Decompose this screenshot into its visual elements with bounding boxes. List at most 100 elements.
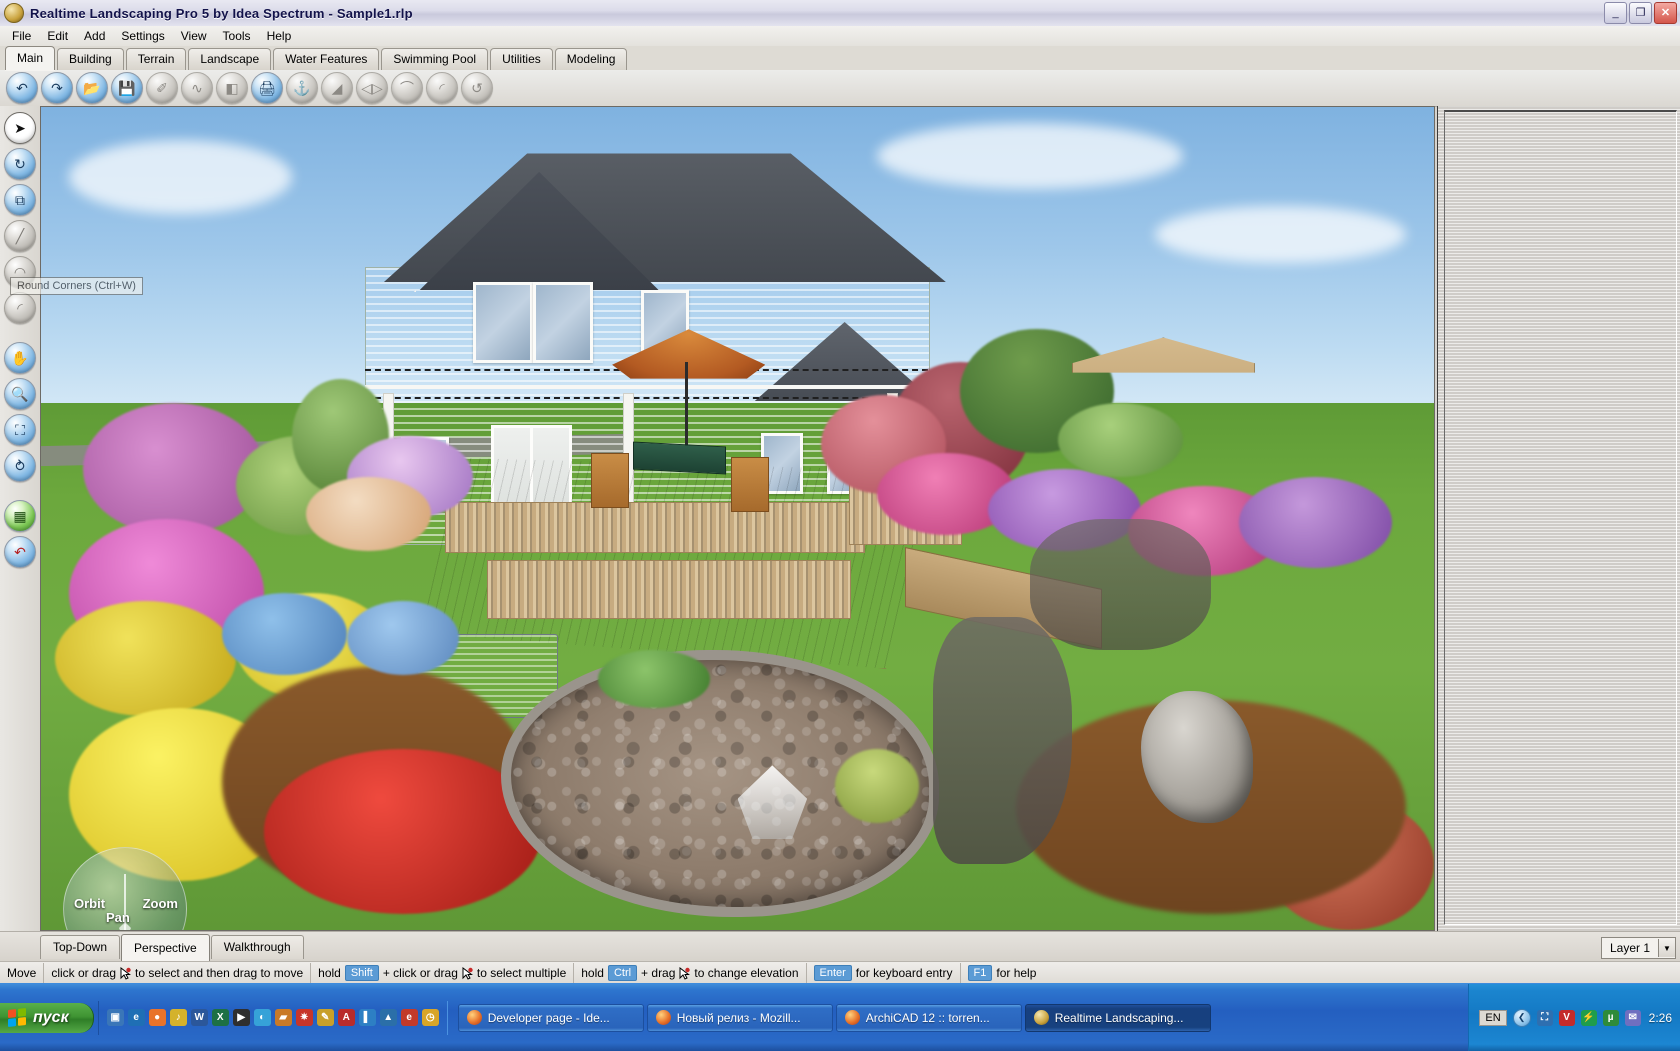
status-hint-text: for help xyxy=(996,966,1037,980)
compass-orbit-label[interactable]: Orbit xyxy=(74,896,105,911)
show-desktop-icon[interactable]: ▣ xyxy=(106,1009,124,1026)
explorer-folder-icon[interactable]: ▰ xyxy=(274,1009,292,1026)
tab-landscape[interactable]: Landscape xyxy=(188,48,272,70)
patio-table[interactable] xyxy=(633,441,726,476)
paint-icon[interactable]: ✎ xyxy=(316,1009,334,1026)
network-icon[interactable]: ⛶ xyxy=(1536,1009,1553,1026)
design-viewport-3d[interactable]: Orbit Zoom Pan Height xyxy=(40,106,1435,931)
undo-icon[interactable]: ↶ xyxy=(6,72,38,104)
save-icon[interactable]: 💾 xyxy=(111,72,143,104)
vine-shrub[interactable] xyxy=(1057,403,1184,478)
water-plant[interactable] xyxy=(598,650,710,708)
chevron-down-icon[interactable]: ▼ xyxy=(1658,939,1675,957)
menu-item-file[interactable]: File xyxy=(4,27,39,45)
status-hint: Enter for keyboard entry xyxy=(807,963,961,983)
right-panel-inset xyxy=(1444,110,1677,925)
flowering-shrub[interactable] xyxy=(82,403,264,535)
firefox-icon xyxy=(655,1010,671,1025)
status-bar: Move click or drag to select and then drag… xyxy=(0,961,1680,984)
scale-tool[interactable]: ⧉ xyxy=(4,184,36,216)
stone-path[interactable] xyxy=(1030,518,1212,651)
grid-snap-tool[interactable]: ▦ xyxy=(4,500,36,532)
system-tray: EN ❮ ⛶ V ⚡ µ ✉ 2:26 xyxy=(1468,984,1680,1051)
menu-item-help[interactable]: Help xyxy=(259,27,300,45)
tab-modeling[interactable]: Modeling xyxy=(554,48,628,70)
tab-utilities[interactable]: Utilities xyxy=(490,48,553,70)
taskbar-buttons: Developer page - Ide... Новый релиз - Moz… xyxy=(457,1003,1211,1032)
print-icon[interactable]: 🖨 xyxy=(251,72,283,104)
view-tab-top-down[interactable]: Top-Down xyxy=(40,935,121,959)
flash-icon[interactable]: ✷ xyxy=(295,1009,313,1026)
ebay-icon[interactable]: e xyxy=(400,1009,418,1026)
menu-item-add[interactable]: Add xyxy=(76,27,113,45)
tab-swimming-pool[interactable]: Swimming Pool xyxy=(381,48,489,70)
menu-item-view[interactable]: View xyxy=(173,27,215,45)
utorrent-icon[interactable]: µ xyxy=(1602,1009,1619,1026)
acrobat-icon[interactable]: A xyxy=(337,1009,355,1026)
photoshop-icon[interactable]: ▲ xyxy=(379,1009,397,1026)
azalea-mass[interactable] xyxy=(1238,477,1393,568)
stone-path[interactable] xyxy=(932,617,1072,865)
blue-flower-cluster[interactable] xyxy=(222,592,348,675)
winamp-icon[interactable]: ♪ xyxy=(169,1009,187,1026)
minimize-button[interactable]: _ xyxy=(1604,2,1627,24)
view-tab-perspective[interactable]: Perspective xyxy=(121,933,210,961)
ornamental-grass[interactable] xyxy=(835,748,919,823)
chrysanthemum-bed[interactable] xyxy=(54,600,236,717)
layer-selector[interactable]: Layer 1 ▼ xyxy=(1600,937,1676,959)
nod32-icon[interactable]: ⚡ xyxy=(1580,1009,1597,1026)
pan-hand-tool[interactable]: ✋ xyxy=(4,342,36,374)
patio-chair[interactable] xyxy=(591,452,630,509)
taskbar-button-label: Новый релиз - Mozill... xyxy=(676,1010,801,1025)
restore-button[interactable]: ❐ xyxy=(1629,2,1652,24)
tray-expand-chevron-icon[interactable]: ❮ xyxy=(1512,1008,1531,1027)
taskbar-button-archicad-12-torren[interactable]: ArchiCAD 12 :: torren... xyxy=(835,1003,1022,1032)
patio-chair[interactable] xyxy=(730,456,769,513)
tab-main[interactable]: Main xyxy=(5,46,56,70)
close-button[interactable]: ✕ xyxy=(1654,2,1677,24)
tab-terrain[interactable]: Terrain xyxy=(125,48,187,70)
menu-item-tools[interactable]: Tools xyxy=(215,27,259,45)
mail-icon[interactable]: ✉ xyxy=(1624,1009,1641,1026)
zoom-extents-tool[interactable]: ⛶ xyxy=(4,414,36,446)
firefox-icon xyxy=(466,1010,482,1025)
key-f1: F1 xyxy=(967,965,993,981)
taskbar-button-realtime-landscaping[interactable]: Realtime Landscaping... xyxy=(1024,1003,1211,1032)
redo-icon[interactable]: ↷ xyxy=(41,72,73,104)
tab-building[interactable]: Building xyxy=(57,48,124,70)
zoom-magnifier-tool[interactable]: 🔍 xyxy=(4,378,36,410)
word-icon[interactable]: W xyxy=(190,1009,208,1026)
blue-flower-cluster[interactable] xyxy=(347,600,459,675)
view-tab-walkthrough[interactable]: Walkthrough xyxy=(210,935,304,959)
orbit-tool[interactable]: ⥁ xyxy=(4,450,36,482)
hydrangea[interactable] xyxy=(305,477,432,552)
window-title: Realtime Landscaping Pro 5 by Idea Spect… xyxy=(30,5,413,21)
taskbar-button-mozill[interactable]: Новый релиз - Mozill... xyxy=(646,1003,833,1032)
open-folder-icon[interactable]: 📂 xyxy=(76,72,108,104)
firefox-icon[interactable]: ● xyxy=(148,1009,166,1026)
system-clock[interactable]: 2:26 xyxy=(1647,1011,1672,1025)
media-player-icon[interactable]: ▶ xyxy=(232,1009,250,1026)
right-properties-panel[interactable] xyxy=(1437,106,1680,931)
taskbar-button-label: Realtime Landscaping... xyxy=(1054,1010,1184,1025)
compass-zoom-label[interactable]: Zoom xyxy=(143,896,178,911)
antivirus-icon[interactable]: V xyxy=(1558,1009,1575,1026)
rotate-tool[interactable]: ↻ xyxy=(4,148,36,180)
undo-view-tool[interactable]: ↶ xyxy=(4,536,36,568)
taskbar-button-developer-page-ide[interactable]: Developer page - Ide... xyxy=(457,1003,644,1032)
menu-item-edit[interactable]: Edit xyxy=(39,27,76,45)
status-hint: hold Shift + click or drag to select multip… xyxy=(311,963,575,983)
clock-icon[interactable]: ◷ xyxy=(421,1009,439,1026)
tab-water-features[interactable]: Water Features xyxy=(273,48,380,70)
select-arrow-tool[interactable]: ➤ xyxy=(4,112,36,144)
menu-item-settings[interactable]: Settings xyxy=(113,27,172,45)
view-mode-tab-strip: Top-Down Perspective Walkthrough Layer 1 ▼ xyxy=(0,931,1680,962)
start-button[interactable]: пуск xyxy=(0,1002,94,1033)
internet-explorer-icon[interactable]: e xyxy=(127,1009,145,1026)
compass-pan-label[interactable]: Pan xyxy=(106,910,130,925)
k-lite-icon[interactable]: ◐ xyxy=(253,1009,271,1026)
excel-icon[interactable]: X xyxy=(211,1009,229,1026)
language-indicator[interactable]: EN xyxy=(1479,1009,1507,1026)
status-hint: F1 for help xyxy=(961,963,1044,983)
battery-icon[interactable]: ▌ xyxy=(358,1009,376,1026)
